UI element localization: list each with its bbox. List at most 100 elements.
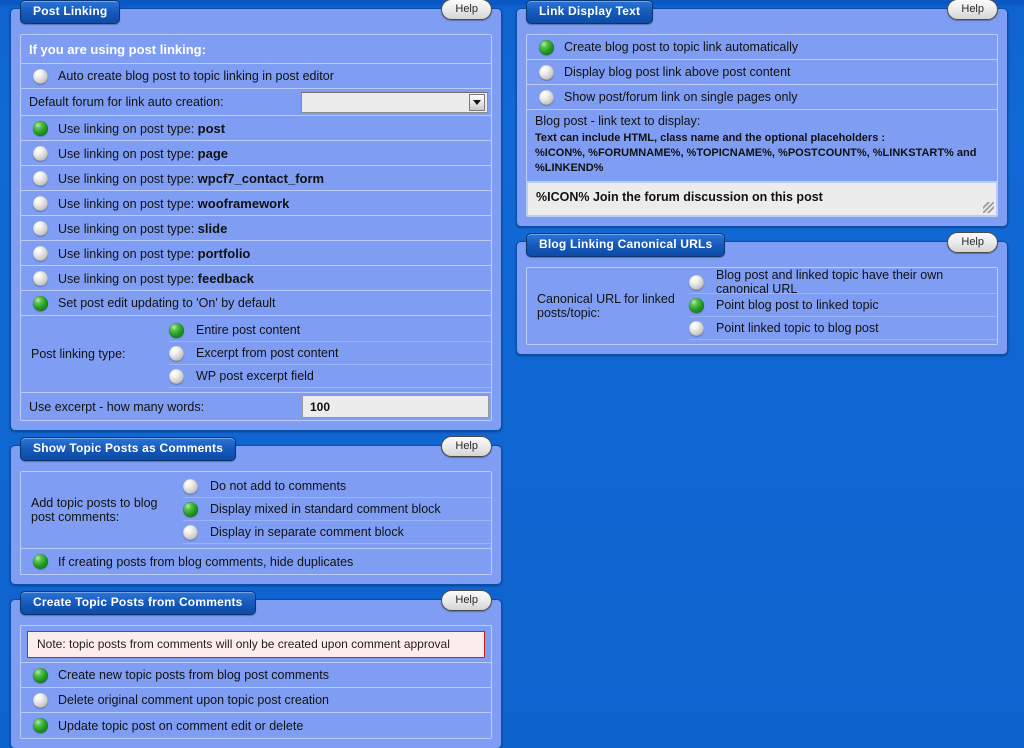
radio-group-add-topic-posts: Add topic posts to blog post comments: D… [21,472,491,549]
help-button-show-topic-posts[interactable]: Help [441,436,492,457]
options-post-linking-type: Entire post content Excerpt from post co… [169,319,491,388]
radio-display-mixed-standard[interactable]: Display mixed in standard comment block [183,498,491,521]
desc-line-1: Text can include HTML, class name and th… [535,132,886,144]
panel-body-canonical-urls: Canonical URL for linked posts/topic: Bl… [526,267,998,345]
select-default-forum[interactable] [301,91,488,113]
row-excerpt-words: Use excerpt - how many words: 100 [21,393,491,420]
panel-title-post-linking: Post Linking [20,0,121,24]
toggle-point-post-to-topic[interactable] [689,297,704,313]
panel-body-show-topic-posts: Add topic posts to blog post comments: D… [20,471,492,575]
toggle-entire-post-content[interactable] [169,322,184,338]
desc-title-link-text: Blog post - link text to display: [535,114,701,128]
label-create-new-topic-posts: Create new topic posts from blog post co… [58,668,329,682]
label-entire-post-content: Entire post content [196,323,301,337]
resize-handle-icon[interactable] [983,202,994,213]
panel-show-topic-posts: Show Topic Posts as Comments Help Add to… [10,436,502,585]
right-column: Link Display Text Help Create blog post … [516,0,1008,369]
label-post-type-wooframework: Use linking on post type: wooframework [58,195,290,211]
toggle-hide-duplicates[interactable] [33,554,48,569]
chevron-down-icon[interactable] [469,93,485,111]
row-hide-duplicates[interactable]: If creating posts from blog comments, hi… [21,549,491,574]
radio-do-not-add-to-comments[interactable]: Do not add to comments [183,475,491,498]
panel-body-post-linking: If you are using post linking: Auto crea… [20,34,492,421]
legend-post-linking-type: Post linking type: [31,346,126,361]
label-display-mixed-standard: Display mixed in standard comment block [210,502,441,516]
toggle-wp-post-excerpt-field[interactable] [169,368,184,384]
row-post-type-wpcf7-contact-form[interactable]: Use linking on post type: wpcf7_contact_… [21,166,491,191]
toggle-point-topic-to-post[interactable] [689,320,704,336]
toggle-post-type-post[interactable] [33,120,48,136]
label-update-topic-post: Update topic post on comment edit or del… [58,718,304,733]
toggle-create-link-automatically[interactable] [539,39,554,55]
toggle-auto-create-linking[interactable] [33,68,48,84]
row-update-topic-post[interactable]: Update topic post on comment edit or del… [21,713,491,738]
toggle-excerpt-from-post-content[interactable] [169,345,184,361]
toggle-update-topic-post[interactable] [33,718,48,733]
label-point-topic-to-post: Point linked topic to blog post [716,321,879,335]
toggle-post-type-page[interactable] [33,145,48,161]
legend-canonical-url-line2: posts/topic: [537,305,601,320]
row-post-type-wooframework[interactable]: Use linking on post type: wooframework [21,191,491,216]
row-display-link-above-content[interactable]: Display blog post link above post conten… [527,60,997,85]
row-default-forum: Default forum for link auto creation: [21,89,491,116]
label-post-type-post: Use linking on post type: post [58,120,226,136]
radio-own-canonical-url[interactable]: Blog post and linked topic have their ow… [689,268,997,296]
toggle-post-type-wooframework[interactable] [33,195,48,211]
settings-page: Post Linking Help If you are using post … [0,0,1024,748]
label-default-forum: Default forum for link auto creation: [29,95,224,109]
toggle-show-link-single-pages[interactable] [539,89,554,105]
row-post-type-portfolio[interactable]: Use linking on post type: portfolio [21,241,491,266]
row-post-type-slide[interactable]: Use linking on post type: slide [21,216,491,241]
panel-title-canonical-urls: Blog Linking Canonical URLs [526,233,726,257]
toggle-delete-original-comment[interactable] [33,692,48,708]
row-post-type-feedback[interactable]: Use linking on post type: feedback [21,266,491,291]
help-button-post-linking[interactable]: Help [441,0,492,20]
row-post-type-post[interactable]: Use linking on post type: post [21,116,491,141]
label-point-post-to-topic: Point blog post to linked topic [716,298,879,312]
toggle-post-edit-updating[interactable] [33,295,48,311]
radio-wp-post-excerpt-field[interactable]: WP post excerpt field [169,365,491,388]
radio-group-canonical-url: Canonical URL for linked posts/topic: Bl… [527,268,997,344]
label-post-edit-updating: Set post edit updating to 'On' by defaul… [58,296,276,310]
panel-link-display-text: Link Display Text Help Create blog post … [516,0,1008,227]
help-button-create-topic-posts[interactable]: Help [441,590,492,611]
toggle-post-type-slide[interactable] [33,220,48,236]
panel-title-show-topic-posts: Show Topic Posts as Comments [20,437,237,461]
toggle-do-not-add-to-comments[interactable] [183,478,198,494]
row-post-type-page[interactable]: Use linking on post type: page [21,141,491,166]
row-auto-create-linking[interactable]: Auto create blog post to topic linking i… [21,64,491,89]
input-excerpt-words[interactable]: 100 [302,395,489,418]
legend-add-topic-posts-line2: post comments: [31,509,120,524]
panel-canonical-urls: Blog Linking Canonical URLs Help Canonic… [516,232,1008,355]
toggle-post-type-portfolio[interactable] [33,245,48,261]
label-hide-duplicates: If creating posts from blog comments, hi… [58,554,354,569]
help-button-link-display-text[interactable]: Help [947,0,998,20]
radio-display-separate-block[interactable]: Display in separate comment block [183,521,491,544]
label-display-separate-block: Display in separate comment block [210,525,404,539]
textarea-link-text[interactable]: %ICON% Join the forum discussion on this… [527,182,997,216]
toggle-post-type-feedback[interactable] [33,270,48,286]
radio-entire-post-content[interactable]: Entire post content [169,319,491,342]
toggle-create-new-topic-posts[interactable] [33,667,48,683]
panel-post-linking: Post Linking Help If you are using post … [10,0,502,431]
row-show-link-single-pages[interactable]: Show post/forum link on single pages onl… [527,85,997,110]
radio-point-topic-to-post[interactable]: Point linked topic to blog post [689,317,997,340]
label-do-not-add-to-comments: Do not add to comments [210,479,347,493]
row-delete-original-comment[interactable]: Delete original comment upon topic post … [21,688,491,713]
desc-line-2: %ICON%, %FORUMNAME%, %TOPICNAME%, %POSTC… [535,147,977,174]
toggle-display-link-above-content[interactable] [539,64,554,80]
row-create-new-topic-posts[interactable]: Create new topic posts from blog post co… [21,663,491,688]
radio-excerpt-from-post-content[interactable]: Excerpt from post content [169,342,491,365]
toggle-display-separate-block[interactable] [183,524,198,540]
toggle-own-canonical-url[interactable] [689,274,704,290]
row-post-edit-updating[interactable]: Set post edit updating to 'On' by defaul… [21,291,491,316]
legend-canonical-url-line1: Canonical URL for linked [537,291,675,306]
label-display-link-above-content: Display blog post link above post conten… [564,65,791,79]
toggle-display-mixed-standard[interactable] [183,501,198,517]
label-post-type-feedback: Use linking on post type: feedback [58,270,255,286]
row-create-link-automatically[interactable]: Create blog post to topic link automatic… [527,35,997,60]
toggle-post-type-wpcf7-contact-form[interactable] [33,170,48,186]
radio-point-post-to-topic[interactable]: Point blog post to linked topic [689,294,997,317]
help-button-canonical-urls[interactable]: Help [947,232,998,253]
legend-canonical-url: Canonical URL for linked posts/topic: [527,271,689,340]
